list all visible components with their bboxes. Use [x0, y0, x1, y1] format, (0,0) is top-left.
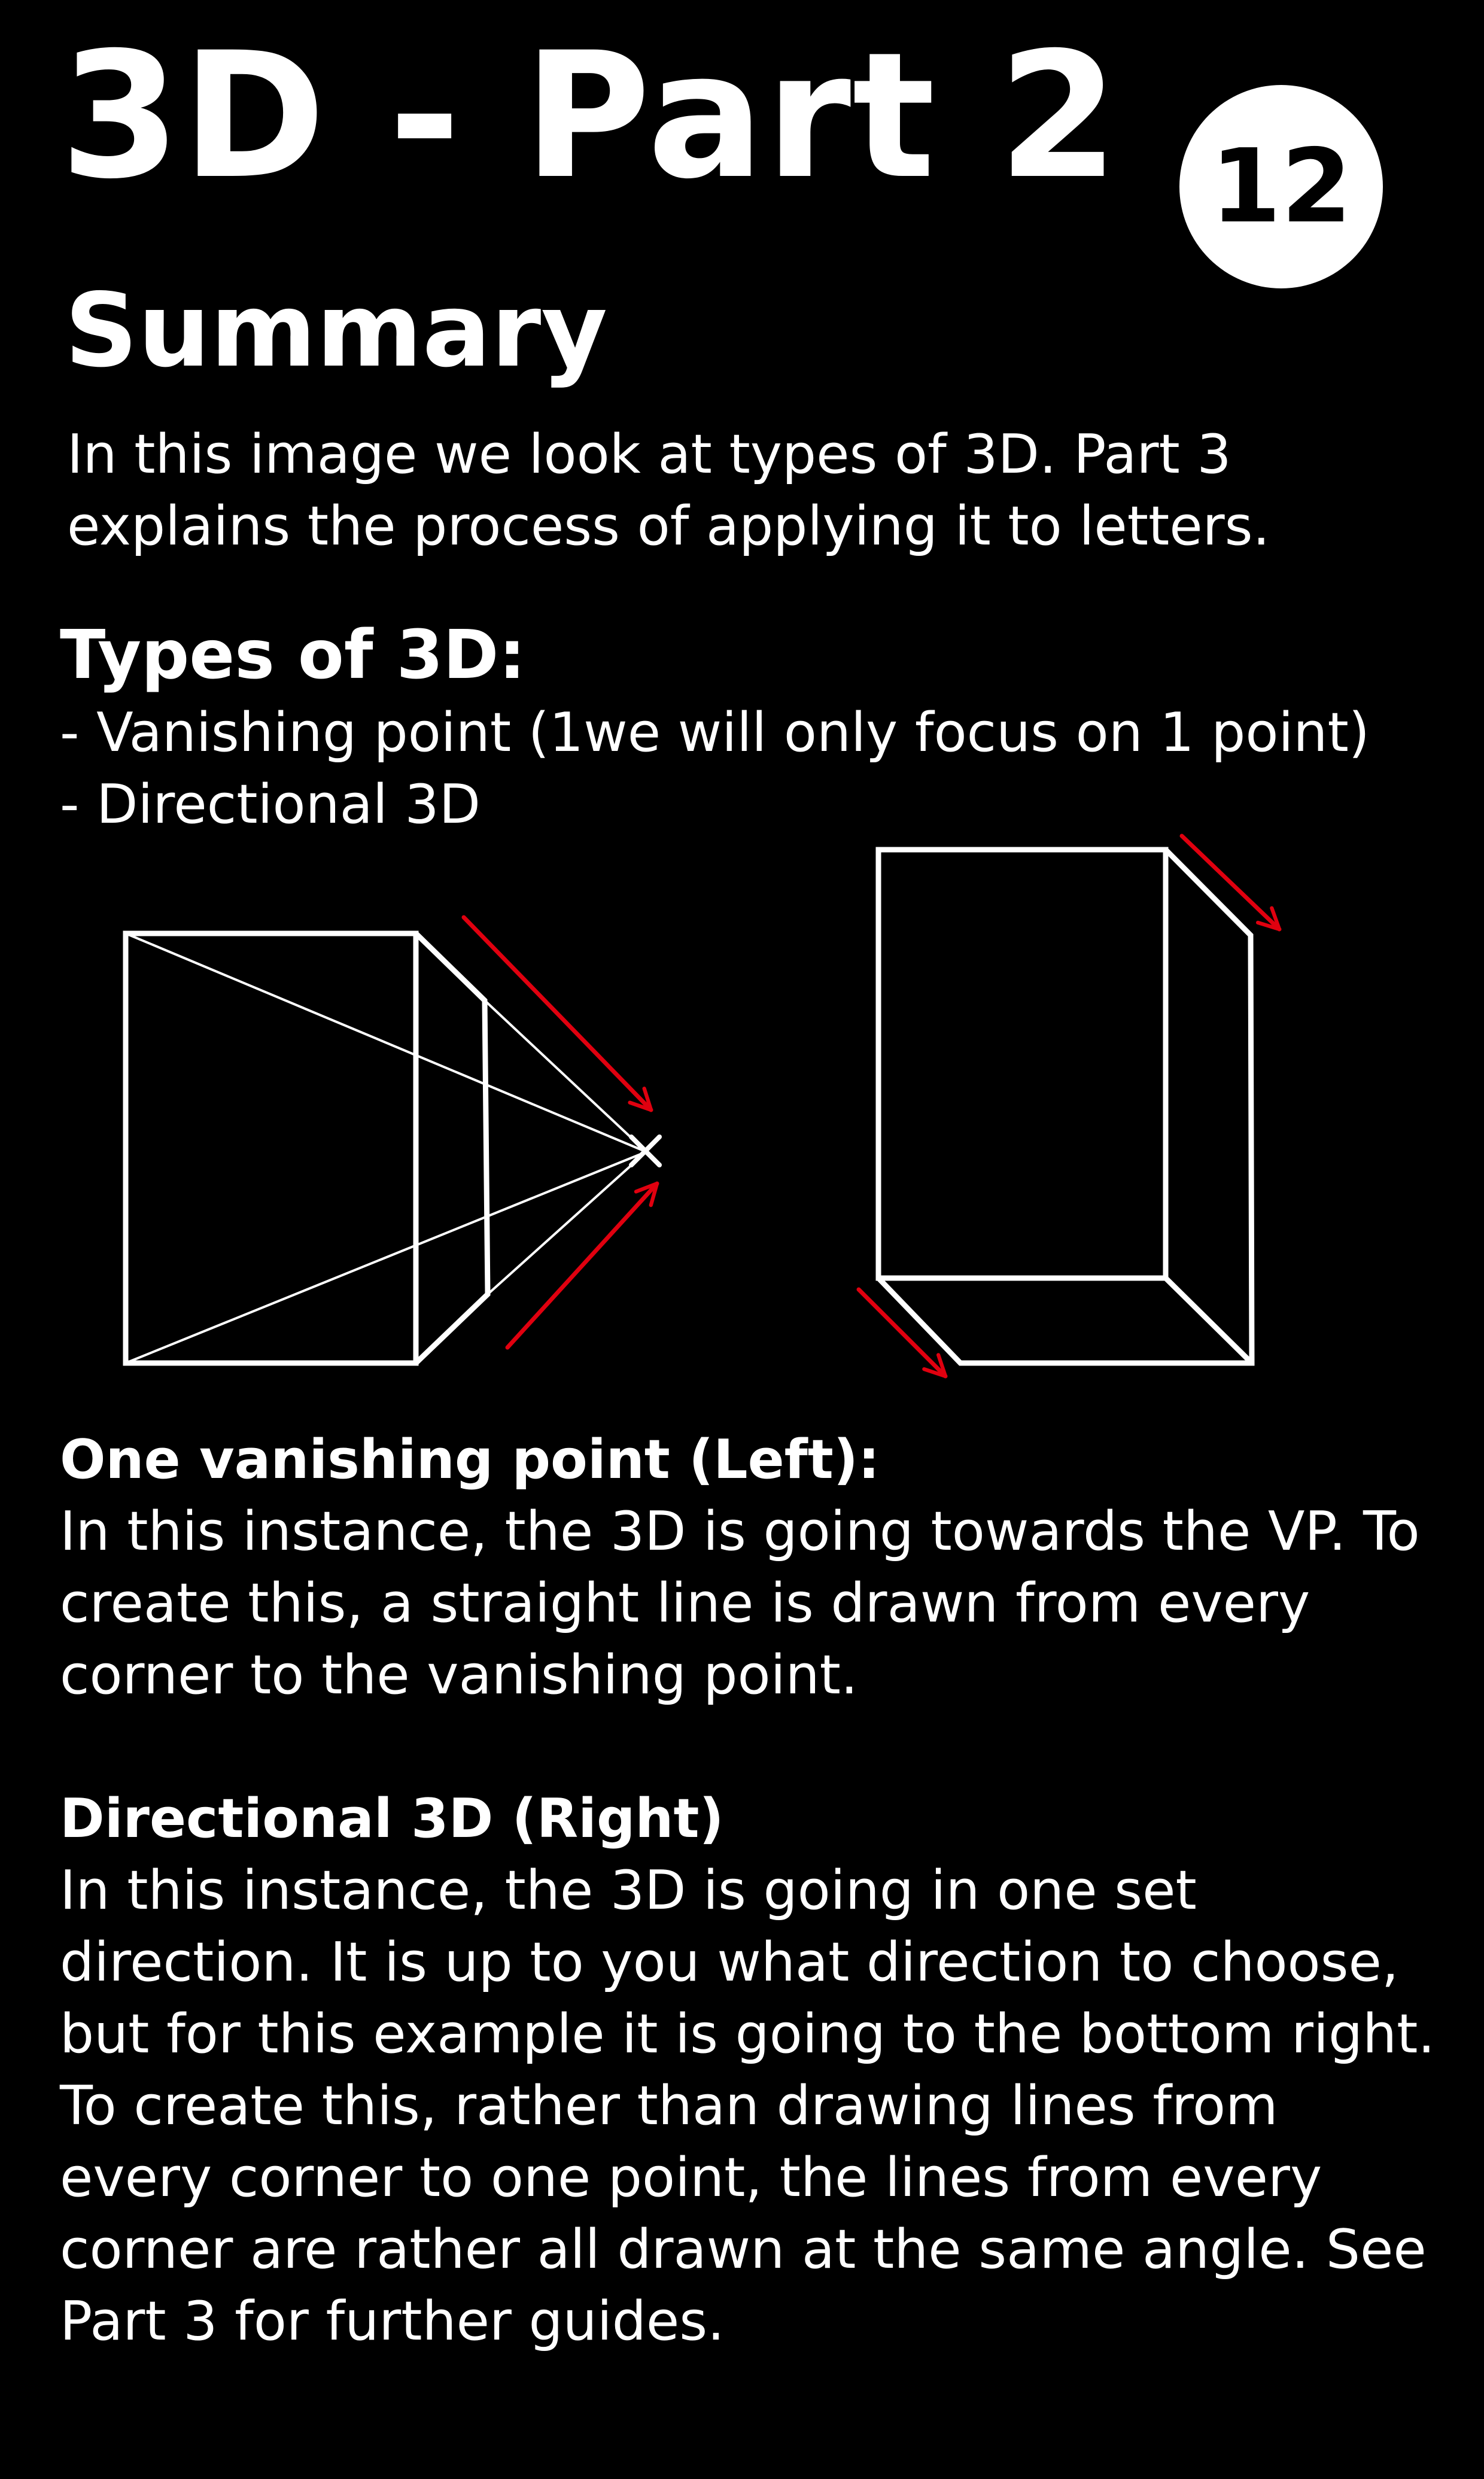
types-list-item: - Vanishing point (1we will only focus o… — [60, 701, 1370, 764]
directional-heading: Directional 3D (Right) — [60, 1787, 724, 1850]
page-number-badge: 12 — [1179, 85, 1383, 288]
directional-text: In this instance, the 3D is going in one… — [60, 1859, 1436, 2353]
types-list: - Vanishing point (1we will only focus o… — [60, 697, 1370, 841]
types-heading: Types of 3D: — [60, 616, 526, 694]
vanishing-point-cube — [123, 930, 662, 1366]
red-arrow-icon — [461, 915, 653, 1112]
vanishing-point-heading: One vanishing point (Left): — [60, 1428, 880, 1491]
receding-face — [413, 931, 491, 1365]
inner-edge — [1163, 1276, 1254, 1365]
page-title: 3D - Part 2 — [60, 16, 1120, 217]
page-number: 12 — [1210, 127, 1352, 246]
directional-box — [875, 847, 1255, 1366]
front-face — [875, 847, 1169, 1281]
vanishing-point-arrows — [461, 915, 659, 1350]
summary-heading: Summary — [65, 272, 608, 390]
side-face — [876, 847, 1255, 1366]
3d-diagrams — [123, 834, 1282, 1379]
guide-line — [125, 932, 647, 1153]
front-face — [123, 930, 419, 1366]
vanishing-point-text: In this instance, the 3D is going toward… — [60, 1500, 1420, 1707]
vanishing-point-cross-icon — [629, 1134, 662, 1167]
summary-text: In this image we look at types of 3D. Pa… — [67, 423, 1270, 558]
directional-arrows — [856, 834, 1282, 1379]
guide-line — [125, 1151, 647, 1364]
